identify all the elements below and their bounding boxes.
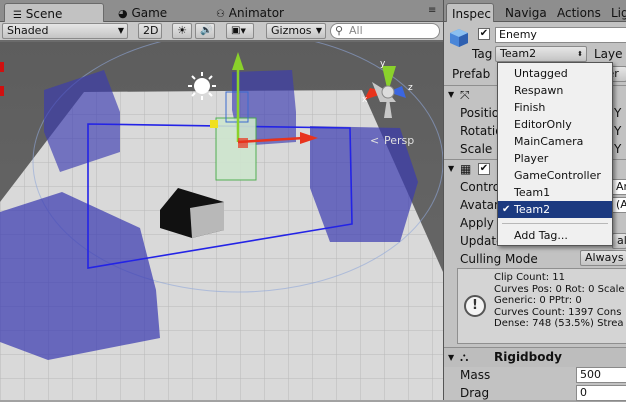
axis-y-label: Y (614, 124, 622, 138)
info-icon: ! (464, 295, 486, 317)
y-axis-arrow[interactable] (232, 52, 244, 70)
tag-option-gamecontroller[interactable]: GameController (498, 167, 612, 184)
checkmark-icon: ✔ (502, 204, 511, 215)
culling-mode-dropdown[interactable]: Always A (580, 250, 626, 266)
gizmo-x-label: x (362, 95, 368, 105)
foldout-arrow-icon: ▼ (448, 90, 455, 99)
tab-actions[interactable]: Actions (552, 3, 602, 22)
scene-search-input[interactable]: ⚲ All (330, 23, 440, 39)
mass-row: Mass 500 (444, 366, 626, 384)
info-line: Dense: 748 (53.5%) Strea (494, 318, 624, 329)
tag-option-team2[interactable]: ✔ Team2 (498, 201, 612, 218)
tag-option-finish[interactable]: Finish (498, 99, 612, 116)
culling-mode-row: Culling Mode Always A (444, 250, 626, 268)
search-icon: ⚲ (335, 24, 344, 37)
tag-row: Tag Team2 ⬍ Laye (444, 45, 626, 63)
drag-row: Drag 0 (444, 384, 626, 402)
audio-toggle-icon[interactable]: 🔊 (195, 23, 215, 39)
edge-marker (0, 86, 4, 96)
tag-option-player[interactable]: Player (498, 150, 612, 167)
animator-component-icon: ▦ (460, 162, 472, 176)
scene-toolbar: Shaded ▼ 2D ☀ 🔊 ▣▼ Gizmos ▼ ⚲ All (0, 22, 443, 41)
rigidbody-header[interactable]: ▼ ⛬ Rigidbody (444, 347, 626, 367)
xy-plane-handle[interactable] (238, 138, 248, 148)
menu-separator (502, 223, 608, 224)
chevron-down-icon: ▼ (315, 26, 322, 35)
up-down-icon: ⬍ (577, 50, 583, 58)
scene-3d-view: y x z Persp < (0, 42, 443, 400)
transform-icon: ⤧ (460, 88, 470, 102)
scene-panel: ☰ Scene ◕ Game ⚇ Animator ≡ Shaded ▼ 2D … (0, 0, 443, 400)
gizmos-dropdown[interactable]: Gizmos ▼ (266, 23, 326, 39)
layer-label: Laye (594, 47, 623, 61)
axis-y-label: Y (614, 142, 622, 156)
foldout-arrow-icon: ▼ (448, 164, 455, 173)
tag-option-team1[interactable]: Team1 (498, 184, 612, 201)
selection-marker (210, 120, 218, 128)
chevron-down-icon: ▼ (117, 26, 124, 35)
tag-option-respawn[interactable]: Respawn (498, 82, 612, 99)
foldout-arrow-icon: ▼ (448, 353, 455, 362)
animator-icon: ⚇ (216, 9, 225, 20)
active-checkbox[interactable]: ✔ (478, 28, 490, 40)
scene-viewport[interactable]: y x z Persp < (0, 42, 443, 400)
light-icon[interactable] (194, 78, 210, 94)
gizmo-y-label: y (380, 59, 386, 69)
info-line: Curves Pos: 0 Rot: 0 Scale (494, 283, 625, 295)
lighting-toggle-icon[interactable]: ☀ (172, 23, 192, 39)
tab-animator[interactable]: ⚇ Animator (208, 3, 308, 22)
info-line: Clip Count: 11 (494, 272, 566, 283)
gizmo-z-label: z (408, 83, 413, 93)
edge-marker (0, 62, 4, 72)
effects-dropdown-icon[interactable]: ▣▼ (226, 23, 254, 39)
scene-icon: ☰ (13, 10, 22, 21)
panel-menu-icon[interactable]: ≡ (428, 5, 436, 16)
persp-arrow-icon: < (370, 134, 379, 147)
tag-label: Tag (472, 47, 493, 61)
info-line: Generic: 0 PPtr: 0 (494, 295, 582, 306)
game-icon: ◕ (118, 7, 128, 20)
tag-dropdown-menu: Untagged Respawn Finish EditorOnly MainC… (497, 62, 613, 246)
rigidbody-title: Rigidbody (494, 350, 562, 364)
avatar-field[interactable]: (A (612, 197, 626, 213)
inspector-tab-bar: Inspec Naviga Actions Lig (444, 0, 626, 22)
tab-lighting[interactable]: Lig (606, 3, 626, 22)
drag-field[interactable]: 0 (576, 385, 626, 401)
mass-field[interactable]: 500 (576, 367, 626, 383)
prefab-label: Prefab (452, 67, 491, 81)
2d-toggle-button[interactable]: 2D (138, 23, 162, 39)
tag-option-maincamera[interactable]: MainCamera (498, 133, 612, 150)
tab-inspector[interactable]: Inspec (446, 3, 494, 22)
tag-dropdown[interactable]: Team2 ⬍ (495, 46, 587, 62)
animator-enabled-checkbox[interactable]: ✔ (478, 163, 490, 175)
persp-label[interactable]: Persp (384, 134, 414, 147)
tag-option-editoronly[interactable]: EditorOnly (498, 116, 612, 133)
object-name-field[interactable]: Enemy (495, 27, 626, 43)
character-collider (215, 117, 257, 181)
tab-scene[interactable]: ☰ Scene (4, 3, 104, 22)
info-line: Curves Count: 1397 Cons (494, 306, 622, 318)
axis-y-label: Y (614, 106, 622, 120)
rigidbody-icon: ⛬ (460, 350, 469, 364)
update-mode-dropdown[interactable]: al (612, 233, 626, 249)
tag-option-untagged[interactable]: Untagged (498, 65, 612, 82)
tab-navigation[interactable]: Naviga (500, 3, 548, 22)
add-tag-menu-item[interactable]: Add Tag... (498, 227, 612, 244)
tab-game[interactable]: ◕ Game (110, 3, 190, 22)
controller-field[interactable]: Ar (612, 179, 626, 195)
shading-mode-dropdown[interactable]: Shaded ▼ (2, 23, 128, 39)
scene-tab-bar: ☰ Scene ◕ Game ⚇ Animator ≡ (0, 0, 443, 22)
animation-info-box: ! Clip Count: 11 Curves Pos: 0 Rot: 0 Sc… (457, 268, 626, 344)
